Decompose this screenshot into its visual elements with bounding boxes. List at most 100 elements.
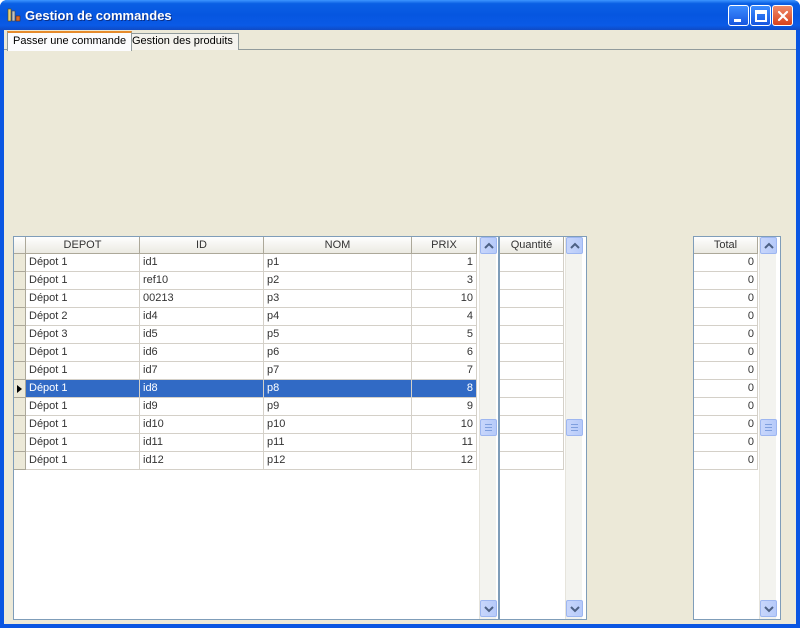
cell-id[interactable]: id8 — [140, 380, 264, 398]
scroll-down-button[interactable] — [480, 600, 497, 617]
cell-nom[interactable]: p3 — [264, 290, 412, 308]
quantity-cell[interactable] — [500, 326, 564, 344]
column-header-total[interactable]: Total — [694, 237, 758, 254]
cell-depot[interactable]: Dépot 1 — [26, 362, 140, 380]
quantity-scrollbar[interactable] — [565, 237, 583, 619]
cell-prix[interactable]: 10 — [412, 416, 477, 434]
row-selector[interactable] — [14, 380, 26, 398]
cell-nom[interactable]: p5 — [264, 326, 412, 344]
row-selector[interactable] — [14, 416, 26, 434]
scroll-up-button[interactable] — [760, 237, 777, 254]
cell-prix[interactable]: 5 — [412, 326, 477, 344]
cell-depot[interactable]: Dépot 1 — [26, 416, 140, 434]
column-header-id[interactable]: ID — [140, 237, 264, 254]
row-selector[interactable] — [14, 272, 26, 290]
cell-prix[interactable]: 9 — [412, 398, 477, 416]
cell-id[interactable]: id5 — [140, 326, 264, 344]
cell-depot[interactable]: Dépot 1 — [26, 272, 140, 290]
cell-id[interactable]: id7 — [140, 362, 264, 380]
row-selector[interactable] — [14, 398, 26, 416]
quantity-cell[interactable] — [500, 452, 564, 470]
scroll-thumb[interactable] — [480, 419, 497, 436]
cell-id[interactable]: id11 — [140, 434, 264, 452]
close-button[interactable] — [772, 5, 793, 26]
quantity-cell[interactable] — [500, 290, 564, 308]
cell-id[interactable]: id12 — [140, 452, 264, 470]
cell-id[interactable]: id9 — [140, 398, 264, 416]
scroll-up-button[interactable] — [566, 237, 583, 254]
title-bar[interactable]: Gestion de commandes — [0, 0, 800, 30]
cell-prix[interactable]: 11 — [412, 434, 477, 452]
scroll-down-button[interactable] — [760, 600, 777, 617]
row-selector[interactable] — [14, 254, 26, 272]
quantity-cell[interactable] — [500, 380, 564, 398]
scroll-down-button[interactable] — [566, 600, 583, 617]
quantity-cell[interactable] — [500, 254, 564, 272]
cell-nom[interactable]: p6 — [264, 344, 412, 362]
cell-depot[interactable]: Dépot 1 — [26, 398, 140, 416]
cell-nom[interactable]: p4 — [264, 308, 412, 326]
cell-depot[interactable]: Dépot 1 — [26, 380, 140, 398]
scroll-up-button[interactable] — [480, 237, 497, 254]
cell-prix[interactable]: 12 — [412, 452, 477, 470]
tab-gestion-produits[interactable]: Gestion des produits — [126, 33, 239, 50]
total-grid[interactable]: Total 000000000000 — [693, 236, 781, 620]
row-selector[interactable] — [14, 362, 26, 380]
cell-nom[interactable]: p7 — [264, 362, 412, 380]
cell-id[interactable]: id10 — [140, 416, 264, 434]
cell-nom[interactable]: p2 — [264, 272, 412, 290]
quantity-cell[interactable] — [500, 434, 564, 452]
cell-nom[interactable]: p8 — [264, 380, 412, 398]
cell-nom[interactable]: p9 — [264, 398, 412, 416]
cell-prix[interactable]: 1 — [412, 254, 477, 272]
quantity-cell[interactable] — [500, 344, 564, 362]
cell-nom[interactable]: p10 — [264, 416, 412, 434]
minimize-button[interactable] — [728, 5, 749, 26]
cell-depot[interactable]: Dépot 3 — [26, 326, 140, 344]
row-selector[interactable] — [14, 344, 26, 362]
cell-depot[interactable]: Dépot 1 — [26, 290, 140, 308]
cell-depot[interactable]: Dépot 2 — [26, 308, 140, 326]
cell-nom[interactable]: p1 — [264, 254, 412, 272]
scroll-thumb[interactable] — [760, 419, 777, 436]
cell-prix[interactable]: 7 — [412, 362, 477, 380]
row-selector[interactable] — [14, 326, 26, 344]
total-cell: 0 — [694, 344, 758, 362]
cell-nom[interactable]: p11 — [264, 434, 412, 452]
cell-prix[interactable]: 4 — [412, 308, 477, 326]
cell-id[interactable]: id6 — [140, 344, 264, 362]
cell-depot[interactable]: Dépot 1 — [26, 344, 140, 362]
column-header-prix[interactable]: PRIX — [412, 237, 477, 254]
quantity-cell[interactable] — [500, 398, 564, 416]
cell-nom[interactable]: p12 — [264, 452, 412, 470]
quantity-cell[interactable] — [500, 416, 564, 434]
products-scrollbar[interactable] — [479, 237, 497, 619]
column-header-nom[interactable]: NOM — [264, 237, 412, 254]
row-selector[interactable] — [14, 290, 26, 308]
cell-depot[interactable]: Dépot 1 — [26, 434, 140, 452]
tab-passer-commande[interactable]: Passer une commande — [7, 31, 133, 51]
column-header-quantite[interactable]: Quantité — [500, 237, 564, 254]
cell-id[interactable]: id4 — [140, 308, 264, 326]
cell-depot[interactable]: Dépot 1 — [26, 452, 140, 470]
quantity-cell[interactable] — [500, 362, 564, 380]
row-selector[interactable] — [14, 308, 26, 326]
cell-depot[interactable]: Dépot 1 — [26, 254, 140, 272]
quantity-cell[interactable] — [500, 272, 564, 290]
products-grid[interactable]: DEPOT ID NOM PRIX Dépot 1 id1 p1 1 Dépot 1 re… — [13, 236, 499, 620]
cell-prix[interactable]: 6 — [412, 344, 477, 362]
cell-prix[interactable]: 8 — [412, 380, 477, 398]
quantity-cell[interactable] — [500, 308, 564, 326]
cell-id[interactable]: 00213 — [140, 290, 264, 308]
maximize-button[interactable] — [750, 5, 771, 26]
row-selector[interactable] — [14, 452, 26, 470]
scroll-thumb[interactable] — [566, 419, 583, 436]
cell-id[interactable]: ref10 — [140, 272, 264, 290]
quantity-grid[interactable]: Quantité — [499, 236, 587, 620]
total-scrollbar[interactable] — [759, 237, 777, 619]
cell-id[interactable]: id1 — [140, 254, 264, 272]
column-header-depot[interactable]: DEPOT — [26, 237, 140, 254]
cell-prix[interactable]: 10 — [412, 290, 477, 308]
row-selector[interactable] — [14, 434, 26, 452]
cell-prix[interactable]: 3 — [412, 272, 477, 290]
